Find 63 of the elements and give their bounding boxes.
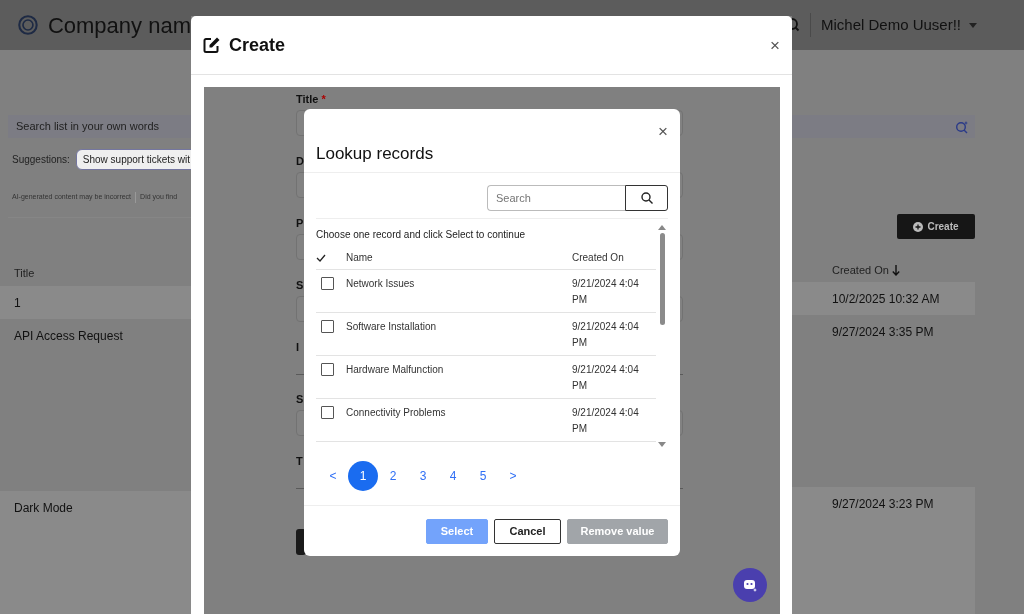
field-label: T [296, 455, 303, 467]
table-cell: 9/27/2024 3:35 PM [832, 325, 934, 339]
table-cell: Connectivity Problems [346, 407, 446, 418]
field-label: Title * [296, 93, 326, 105]
bot-icon [742, 577, 758, 593]
checkbox[interactable] [321, 363, 334, 376]
user-menu[interactable]: Michel Demo Uuser!! [821, 13, 978, 37]
close-button[interactable]: × [770, 36, 780, 54]
page-button[interactable]: 4 [438, 461, 468, 491]
sort-down-icon [891, 264, 900, 276]
page-button[interactable]: 5 [468, 461, 498, 491]
instruction-text: Choose one record and click Select to continue [316, 228, 526, 242]
field-label: S [296, 279, 304, 291]
company-name[interactable]: Company nam [47, 8, 191, 42]
search-bar[interactable]: Search list in your own words [8, 115, 191, 138]
suggestion-chip[interactable]: Show support tickets wit [75, 149, 191, 170]
edit-icon [203, 36, 221, 54]
scrollbar-thumb[interactable] [659, 233, 665, 325]
column-header: Created On [572, 252, 624, 263]
table-cell: 9/21/2024 4:04 PM [572, 321, 639, 348]
page-button[interactable]: 3 [408, 461, 438, 491]
dialog-button[interactable]: Cancel [494, 519, 561, 544]
table-cell: Network Issues [346, 278, 415, 289]
checkbox[interactable] [321, 406, 334, 419]
table-cell: 9/21/2024 4:04 PM [572, 278, 639, 305]
check-icon [316, 254, 326, 263]
search-button[interactable] [625, 185, 668, 211]
field-label: S [296, 393, 304, 405]
page-button[interactable]: 2 [378, 461, 408, 491]
table-cell: 9/21/2024 4:04 PM [572, 364, 639, 391]
checkbox[interactable] [321, 320, 334, 333]
table-cell: 9/21/2024 4:04 PM [572, 407, 639, 434]
caret-icon [969, 22, 978, 28]
plus-circle-icon [913, 221, 924, 232]
page-button[interactable]: < [318, 461, 348, 491]
checkbox[interactable] [321, 277, 334, 290]
table-cell: Software Installation [346, 321, 437, 332]
page-button[interactable]: 1 [348, 461, 378, 491]
page-button[interactable]: > [498, 461, 528, 491]
column-header: Name [346, 252, 373, 263]
close-button[interactable]: × [658, 123, 668, 140]
create-button[interactable]: Create [897, 214, 975, 239]
table-cell: API Access Request [14, 328, 123, 343]
search-field[interactable]: Search [487, 185, 625, 211]
logo-icon [18, 13, 38, 37]
dialog-title: Create [229, 33, 286, 57]
table-cell: 1 [14, 295, 21, 310]
field-label: D [296, 155, 304, 167]
scroll-down-icon[interactable] [658, 442, 666, 447]
suggestions-label: Suggestions: [12, 153, 70, 167]
table-cell: Hardware Malfunction [346, 364, 444, 375]
column-header[interactable]: Created On [832, 261, 889, 279]
field-label: I [296, 341, 300, 353]
table-cell: 10/2/2025 10:32 AM [832, 292, 940, 306]
scroll-up-icon[interactable] [658, 225, 666, 230]
dialog-title: Lookup records [316, 143, 435, 165]
search-icon [640, 192, 653, 204]
column-header: Title [14, 266, 35, 282]
field-label: P [296, 217, 304, 229]
search-icon[interactable] [792, 17, 800, 33]
ai-search-icon [955, 119, 969, 134]
table-cell: Dark Mode [14, 500, 73, 515]
table-cell: 9/27/2024 3:23 PM [832, 497, 934, 511]
